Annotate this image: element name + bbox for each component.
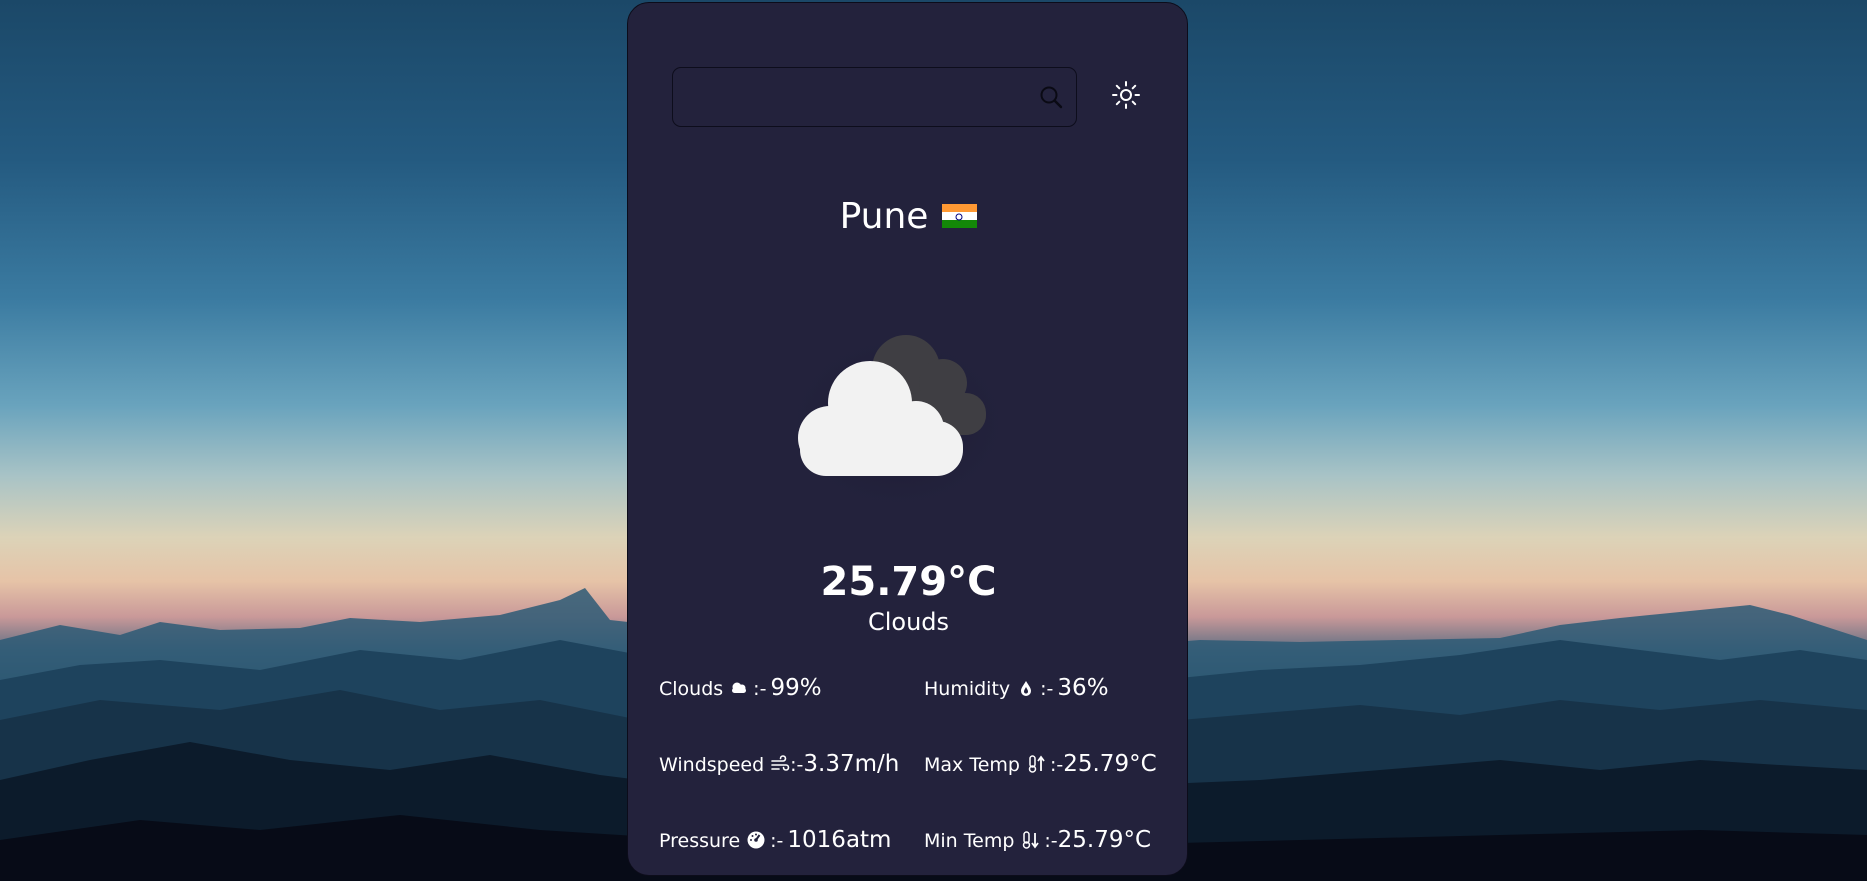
- stat-humidity: Humidity :- 36%: [924, 675, 1109, 701]
- search-box: [672, 67, 1077, 127]
- stat-value: 99%: [770, 675, 822, 701]
- search-icon[interactable]: [1038, 84, 1064, 110]
- stat-value: 36%: [1057, 675, 1109, 701]
- stat-label: Windspeed: [659, 754, 765, 776]
- stat-windspeed: Windspeed :- 3.37m/h: [659, 751, 899, 777]
- city-name: Pune: [839, 195, 929, 237]
- stat-separator: :-: [1044, 830, 1058, 852]
- theme-toggle-sun-icon[interactable]: [1111, 80, 1141, 110]
- thermometer-down-icon: [1020, 830, 1040, 850]
- location-header: Pune: [628, 191, 1187, 241]
- stat-separator: :-: [790, 754, 804, 776]
- stat-separator: :-: [1040, 678, 1054, 700]
- stat-value: 1016atm: [787, 827, 892, 853]
- stat-label: Pressure: [659, 830, 741, 852]
- stat-separator: :-: [770, 830, 784, 852]
- weather-card: Pune 25.79°C Clouds Clouds:- 99% Humidi…: [627, 2, 1188, 876]
- wind-icon: [770, 754, 790, 774]
- stat-separator: :-: [1049, 754, 1064, 776]
- gauge-icon: [746, 830, 766, 850]
- stat-label: Min Temp: [924, 830, 1015, 852]
- weather-condition: Clouds: [867, 608, 950, 636]
- cloud-icon: [729, 678, 749, 698]
- stat-value: 25.79°C: [1063, 751, 1157, 777]
- stat-pressure: Pressure :- 1016atm: [659, 827, 891, 853]
- stat-label: Max Temp: [924, 754, 1020, 776]
- stat-value: 3.37m/h: [803, 751, 900, 777]
- stat-clouds: Clouds :- 99%: [659, 675, 822, 701]
- india-flag-icon: [942, 204, 978, 228]
- stat-value: 25.79°C: [1057, 827, 1152, 853]
- thermometer-up-icon: [1026, 754, 1046, 774]
- stat-label: Humidity: [924, 678, 1011, 700]
- stat-min-temp: Min Temp :- 25.79°C: [924, 827, 1151, 853]
- stat-separator: :-: [753, 678, 767, 700]
- cloudy-icon: [778, 303, 1018, 508]
- search-input[interactable]: [685, 78, 1029, 118]
- temperature: 25.79°C: [820, 559, 997, 605]
- stat-label: Clouds: [659, 678, 724, 700]
- droplet-icon: [1016, 678, 1036, 698]
- stat-max-temp: Max Temp :- 25.79°C: [924, 751, 1157, 777]
